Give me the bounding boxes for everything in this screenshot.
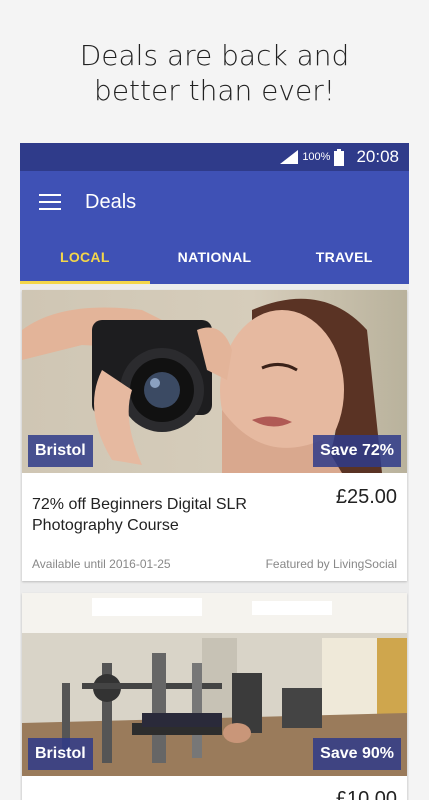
save-badge: Save 90% [313,738,401,770]
tab-bar: LOCAL NATIONAL TRAVEL [20,233,409,284]
promo-line-2: better than ever! [94,74,335,107]
tab-national[interactable]: NATIONAL [150,233,280,284]
deal-details: 72% off Beginners Digital SLR Photograph… [22,473,407,581]
deal-price: £25.00 [335,486,397,508]
page-title: Deals [85,190,137,213]
battery-icon [334,148,345,166]
battery-percent: 100% [302,151,331,163]
deal-availability: Available until 2016-01-25 [32,557,171,571]
deal-title: 72% off Beginners Digital SLR Photograph… [32,496,247,534]
promo-headline: Deals are back and better than ever! [0,38,429,108]
promo-line-1: Deals are back and [79,39,350,72]
tab-local[interactable]: LOCAL [20,233,150,284]
status-bar: 100% 20:08 [20,143,409,171]
deal-card[interactable]: Bristol Save 72% 72% off Beginners Digit… [22,290,407,581]
deal-featured-by: Featured by LivingSocial [265,557,397,571]
location-badge: Bristol [28,435,93,467]
app-bar: Deals [20,171,409,233]
deals-list: Bristol Save 72% 72% off Beginners Digit… [20,284,409,800]
deal-card[interactable]: Bristol Save 90% £10.00 [22,593,407,800]
signal-icon [280,150,299,164]
hamburger-menu-icon[interactable] [39,194,61,210]
phone-screen: 100% 20:08 Deals LOCAL NATIONAL TRAVEL B… [20,143,409,800]
status-time: 20:08 [356,147,399,166]
deal-details: £10.00 [22,776,407,800]
tab-travel[interactable]: TRAVEL [279,233,409,284]
save-badge: Save 72% [313,435,401,467]
deal-image-photography: Bristol Save 72% [22,290,407,473]
deal-price: £10.00 [335,788,397,800]
deal-image-gym: Bristol Save 90% [22,593,407,776]
location-badge: Bristol [28,738,93,770]
